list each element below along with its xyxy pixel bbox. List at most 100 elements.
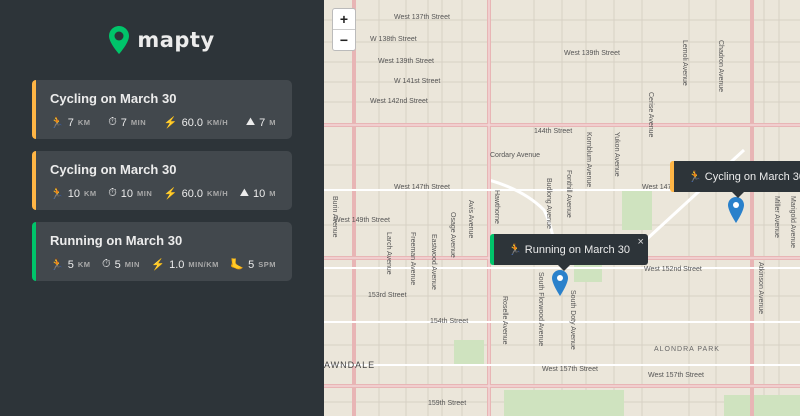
workout-title: Cycling on March 30 xyxy=(50,162,177,177)
popup-label: Running on March 30 xyxy=(524,244,630,256)
cadence-value: 5 xyxy=(248,258,255,271)
street-label: Fonthill Avenue xyxy=(565,170,572,218)
cyclist-icon: 🏃 xyxy=(688,171,702,183)
street-label: Budlong Avenue xyxy=(545,178,552,229)
duration-value: 5 xyxy=(114,258,121,271)
workout-title: Cycling on March 30 xyxy=(50,91,177,106)
street-label: Yukon Avenue xyxy=(613,132,620,177)
street-label: West 137th Street xyxy=(394,14,450,21)
map-marker-icon[interactable] xyxy=(728,197,744,223)
workout-item[interactable]: Running on March 30 🏃 5 KM ⏱ 5 MIN ⚡ 1.0 MIN/K… xyxy=(32,222,292,281)
sidebar: mapty Cycling on March 30 🏃 7 KM ⏱ 7 MIN ⚡ 60… xyxy=(0,0,324,416)
street-label: Cerise Avenue xyxy=(647,92,654,138)
distance-value: 7 xyxy=(67,116,74,129)
cyclist-icon: 🏃 xyxy=(50,117,64,129)
workout-title: Running on March 30 xyxy=(50,233,183,248)
street-label: 153rd Street xyxy=(368,292,407,299)
street-label: 159th Street xyxy=(428,400,467,407)
map-pin-logo-icon xyxy=(109,26,130,54)
street-label: Cordary Avenue xyxy=(490,152,541,159)
street-label: Freeman Avenue xyxy=(409,232,416,286)
zoom-control: + − xyxy=(332,8,356,51)
workout-item[interactable]: Cycling on March 30 🏃 7 KM ⏱ 7 MIN ⚡ 60.0 KM/H… xyxy=(32,80,292,139)
cyclist-icon: 🏃 xyxy=(50,188,64,200)
area-label: AWNDALE xyxy=(324,360,376,370)
workout-details: 🏃 5 KM ⏱ 5 MIN ⚡ 1.0 MIN/KM 🦶 5 SPM xyxy=(50,258,276,271)
stopwatch-icon: ⏱ xyxy=(101,258,111,270)
duration-unit: MIN xyxy=(130,118,147,127)
popup-tip xyxy=(732,192,744,198)
street-label: W 138th Street xyxy=(370,36,417,43)
elevation-unit: M xyxy=(269,118,276,127)
workout-duration: ⏱ 5 MIN xyxy=(102,258,140,271)
pace-unit: MIN/KM xyxy=(188,260,219,269)
duration-value: 7 xyxy=(120,116,127,129)
mountain-icon: ⛰ xyxy=(239,187,249,199)
workout-details: 🏃 7 KM ⏱ 7 MIN ⚡ 60.0 KM/H ⛰ 7 M xyxy=(50,116,276,129)
distance-unit: KM xyxy=(83,189,97,198)
duration-value: 10 xyxy=(120,187,134,200)
speed-unit: KM/H xyxy=(207,189,229,198)
workout-speed: ⚡ 60.0 KM/H xyxy=(163,187,229,201)
lightning-icon: ⚡ xyxy=(163,188,178,200)
speed-value: 60.0 xyxy=(181,187,203,200)
workout-details: 🏃 10 KM ⏱ 10 MIN ⚡ 60.0 KM/H ⛰ 10 M xyxy=(50,187,276,200)
app-name: mapty xyxy=(137,28,215,52)
elevation-unit: M xyxy=(269,189,276,198)
zoom-out-button[interactable]: − xyxy=(333,30,355,50)
workout-popup[interactable]: 🏃 Cycling on March 30 xyxy=(670,161,800,198)
street-label: Miller Avenue xyxy=(773,196,780,238)
app: mapty Cycling on March 30 🏃 7 KM ⏱ 7 MIN ⚡ 60… xyxy=(0,0,800,416)
distance-unit: KM xyxy=(77,118,91,127)
street-label: Kornblum Avenue xyxy=(585,132,592,188)
workout-pace: ⚡ 1.0 MIN/KM xyxy=(151,258,219,272)
workout-elevation: ⛰ 10 M xyxy=(240,187,276,200)
street-label: Osage Avenue xyxy=(449,212,456,258)
street-label: West 157th Street xyxy=(648,372,704,379)
cadence-unit: SPM xyxy=(258,260,276,269)
workout-item[interactable]: Cycling on March 30 🏃 10 KM ⏱ 10 MIN ⚡ 60.0 KM… xyxy=(32,151,292,210)
workout-distance: 🏃 10 KM xyxy=(50,187,97,201)
workout-speed: ⚡ 60.0 KM/H xyxy=(164,116,229,130)
street-label: Atkinson Avenue xyxy=(757,262,764,315)
street-label: West 139th Street xyxy=(378,58,434,65)
popup-tip xyxy=(558,265,570,271)
workout-duration: ⏱ 10 MIN xyxy=(108,187,152,200)
street-label: Hawthorne xyxy=(493,190,500,224)
distance-unit: KM xyxy=(77,260,91,269)
stopwatch-icon: ⏱ xyxy=(108,116,117,128)
street-label: West 139th Street xyxy=(564,50,620,57)
park-label: ALONDRA PARK xyxy=(654,346,720,353)
elevation-value: 10 xyxy=(253,187,266,200)
street-label: South Florwood Avenue xyxy=(537,272,544,347)
workout-cadence: 🦶 5 SPM xyxy=(230,258,276,272)
street-label: 144th Street xyxy=(534,128,573,135)
workout-distance: 🏃 7 KM xyxy=(50,116,91,130)
street-label: West 152nd Street xyxy=(644,266,702,273)
street-label: Lemoli Avenue xyxy=(681,40,688,86)
street-label: West 149th Street xyxy=(334,217,390,224)
speed-value: 60.0 xyxy=(181,116,203,129)
lightning-icon: ⚡ xyxy=(151,259,166,271)
runner-icon: 🏃 xyxy=(508,244,522,256)
speed-unit: KM/H xyxy=(207,118,229,127)
street-label: South Doty Avenue xyxy=(569,290,576,350)
workout-popup[interactable]: 🏃 Running on March 30 × xyxy=(490,234,648,271)
street-label: West 157th Street xyxy=(542,366,598,373)
map[interactable]: West 137th Street W 138th Street West 13… xyxy=(324,0,800,416)
street-label: West 142nd Street xyxy=(370,98,428,105)
distance-value: 10 xyxy=(67,187,80,200)
workout-distance: 🏃 5 KM xyxy=(50,258,91,272)
street-label: Eastwood Avenue xyxy=(430,234,437,290)
popup-label: Cycling on March 30 xyxy=(704,171,800,183)
zoom-in-button[interactable]: + xyxy=(333,9,355,30)
workout-elevation: ⛰ 7 M xyxy=(246,116,276,129)
map-marker-icon[interactable] xyxy=(552,270,568,296)
street-label: Burin Avenue xyxy=(331,196,338,238)
mountain-icon: ⛰ xyxy=(245,116,256,128)
distance-value: 5 xyxy=(67,258,74,271)
street-label: Chadron Avenue xyxy=(717,40,724,93)
close-icon[interactable]: × xyxy=(638,236,644,248)
elevation-value: 7 xyxy=(259,116,266,129)
footprint-icon: 🦶 xyxy=(230,259,245,271)
